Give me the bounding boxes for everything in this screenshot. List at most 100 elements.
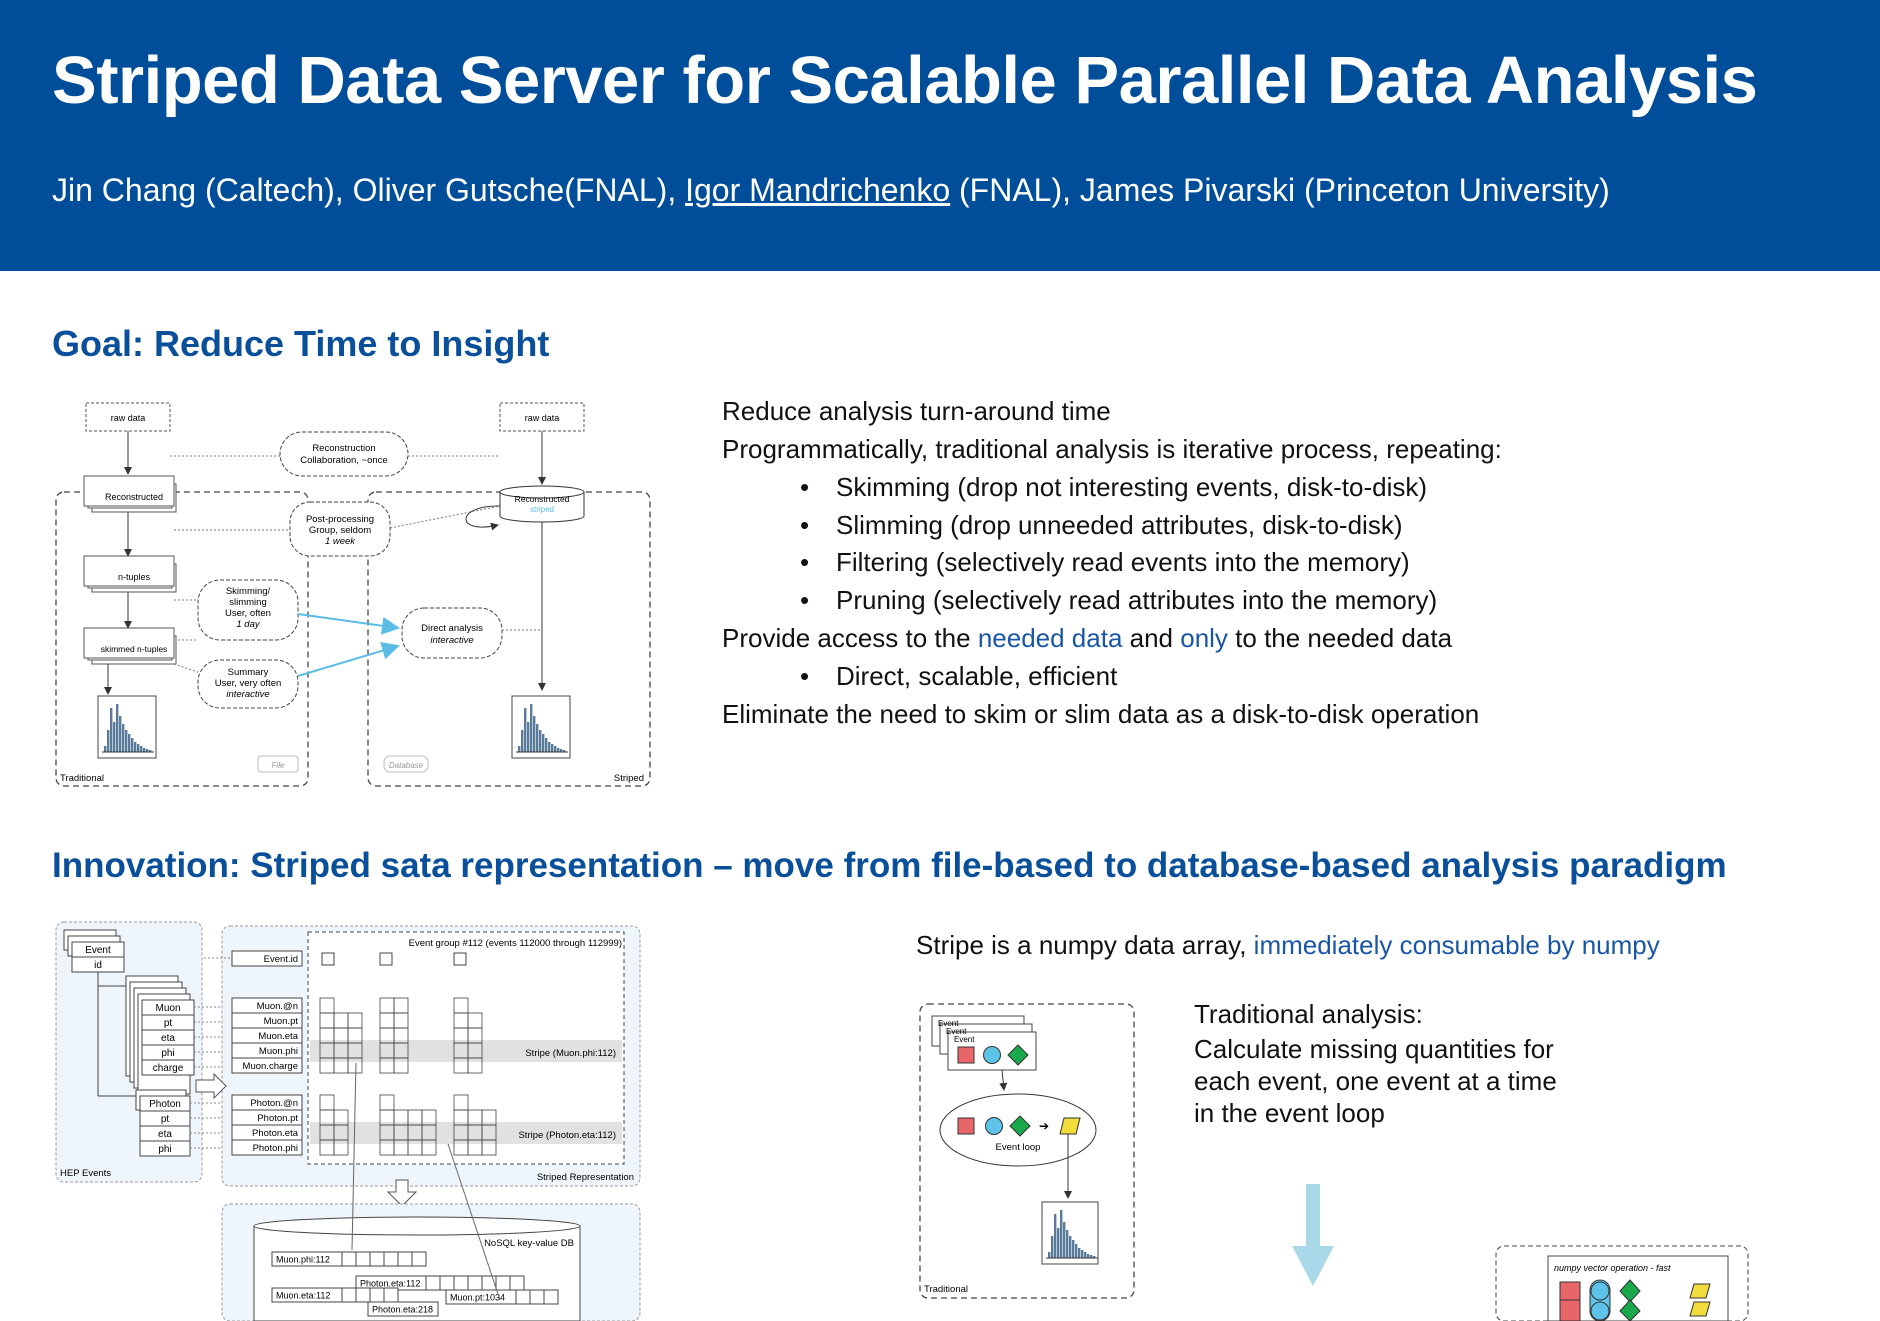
goal-diagram: raw data raw data Reconstruction Collabo… [55, 402, 651, 787]
innovation-heading: Innovation: Striped sata representation … [52, 846, 1727, 885]
svg-text:HEP Events: HEP Events [60, 1168, 111, 1179]
db-key: Photon.eta:112 [360, 1279, 420, 1289]
histogram-bar [125, 730, 128, 752]
histogram-bar [536, 724, 539, 752]
muon-field: pt [164, 1018, 173, 1029]
goal-line-last: Eliminate the need to skim or slim data … [722, 699, 1480, 729]
goal-bullet-3: • Filtering (selectively read events into… [800, 547, 1410, 577]
traditional-event-loop-diagram: Traditional Event Event Event ➔ Event lo… [919, 1003, 1135, 1299]
svg-text:Event.id: Event.id [264, 954, 298, 965]
header-banner: Striped Data Server for Scalable Paralle… [0, 0, 1880, 271]
histogram-bar [116, 704, 119, 752]
histogram-bar [1057, 1228, 1060, 1258]
svg-text:User, very often: User, very often [215, 678, 282, 689]
histogram-bar [1048, 1252, 1051, 1258]
traditional-analysis-line-3: in the event loop [1194, 1098, 1385, 1128]
svg-text:➔: ➔ [1039, 1119, 1049, 1133]
photon-field: Photon [149, 1099, 181, 1110]
histogram-bar [104, 746, 107, 752]
goal-bullet-4: • Pruning (selectively read attributes in… [800, 585, 1438, 615]
muon-column: Muon.pt [264, 1016, 299, 1027]
histogram-bar [1072, 1240, 1075, 1258]
histogram-bar [143, 748, 146, 752]
photon-column: Photon.pt [257, 1113, 298, 1124]
histogram-bar [131, 738, 134, 752]
histogram-bar [140, 746, 143, 752]
svg-text:Reconstruction: Reconstruction [312, 443, 375, 454]
histogram-bar [557, 748, 560, 752]
svg-text:slimming: slimming [229, 597, 266, 608]
histogram-bar [554, 746, 557, 752]
svg-text:interactive: interactive [430, 635, 473, 646]
stripe-description: Stripe is a numpy data array, immediatel… [916, 930, 1660, 960]
muon-field: eta [161, 1033, 175, 1044]
histogram-bar [542, 734, 545, 752]
goal-bullet-5: • Direct, scalable, efficient [800, 661, 1118, 691]
db-key: Muon.phi:112 [276, 1255, 330, 1265]
photon-column: Photon.@n [250, 1098, 298, 1109]
histogram-bar [539, 730, 542, 752]
traditional-analysis-line-2: each event, one event at a time [1194, 1066, 1557, 1096]
histogram-bar [1054, 1214, 1057, 1258]
svg-text:Event loop: Event loop [996, 1142, 1041, 1153]
histogram-bar [527, 722, 530, 752]
svg-text:Collaboration, ~once: Collaboration, ~once [300, 455, 387, 466]
histogram-bar [1078, 1248, 1081, 1258]
histogram-bar [1063, 1222, 1066, 1258]
goal-line-1: Reduce analysis turn-around time [722, 396, 1111, 426]
svg-text:Striped: Striped [614, 773, 644, 784]
svg-text:Database: Database [389, 761, 424, 770]
histogram-bar [134, 742, 137, 752]
histogram-bar [1066, 1230, 1069, 1258]
raw-data-right: raw data [525, 413, 560, 423]
photon-field: phi [158, 1144, 171, 1155]
photon-field: eta [158, 1129, 172, 1140]
svg-text:numpy vector operation - fast: numpy vector operation - fast [1554, 1263, 1671, 1273]
svg-text:Direct analysis: Direct analysis [421, 623, 483, 634]
db-key: Muon.eta:112 [276, 1291, 330, 1301]
histogram-bar [524, 708, 527, 752]
svg-text:id: id [94, 960, 102, 971]
svg-text:Post-processing: Post-processing [306, 514, 374, 525]
histogram-bar [551, 744, 554, 752]
down-arrow-icon [1292, 1184, 1334, 1286]
histogram-bar [545, 738, 548, 752]
histogram-bar [110, 708, 113, 752]
svg-text:1 day: 1 day [236, 619, 260, 630]
histogram-bar [1051, 1236, 1054, 1258]
histogram-bar [128, 734, 131, 752]
goal-access-line: Provide access to the needed data and on… [722, 623, 1453, 653]
svg-text:Reconstructed: Reconstructed [515, 494, 570, 504]
db-key: Photon.eta:218 [372, 1305, 433, 1315]
numpy-vector-diagram: numpy vector operation - fast [1495, 1245, 1749, 1321]
svg-text:n-tuples: n-tuples [118, 572, 151, 582]
histogram-bar [113, 722, 116, 752]
authors-text-1: Jin Chang (Caltech), Oliver Gutsche(FNAL… [52, 172, 686, 208]
striped-representation-diagram: HEP Events Event id Muon pt eta phi charge P… [55, 921, 641, 1321]
muon-field: Muon [155, 1003, 180, 1014]
svg-text:Stripe (Photon.eta:112): Stripe (Photon.eta:112) [518, 1130, 616, 1141]
svg-text:striped: striped [530, 505, 554, 514]
goal-line-2: Programmatically, traditional analysis i… [722, 434, 1502, 464]
histogram-bar [1087, 1254, 1090, 1258]
histogram-bar [1075, 1244, 1078, 1258]
svg-text:Reconstructed: Reconstructed [105, 492, 163, 502]
goal-bullet-2: • Slimming (drop unneeded attributes, dis… [800, 510, 1403, 540]
histogram-bar [533, 716, 536, 752]
muon-field: charge [153, 1063, 184, 1074]
presenter-name: Igor Mandrichenko [685, 172, 951, 208]
db-key: Muon.pt:1034 [450, 1293, 505, 1303]
svg-text:skimmed n-tuples: skimmed n-tuples [101, 644, 168, 654]
author-line: Jin Chang (Caltech), Oliver Gutsche(FNAL… [52, 172, 1610, 209]
photon-column: Photon.phi [253, 1143, 298, 1154]
histogram-bar [548, 742, 551, 752]
svg-text:NoSQL key-value DB: NoSQL key-value DB [484, 1238, 574, 1249]
svg-text:Summary: Summary [228, 667, 269, 678]
muon-column: Muon.@n [257, 1001, 298, 1012]
muon-field: phi [161, 1048, 174, 1059]
photon-column: Photon.eta [252, 1128, 299, 1139]
histogram-bar [530, 704, 533, 752]
svg-text:interactive: interactive [226, 689, 269, 700]
svg-text:Skimming/: Skimming/ [226, 586, 271, 597]
histogram-bar [1069, 1236, 1072, 1258]
